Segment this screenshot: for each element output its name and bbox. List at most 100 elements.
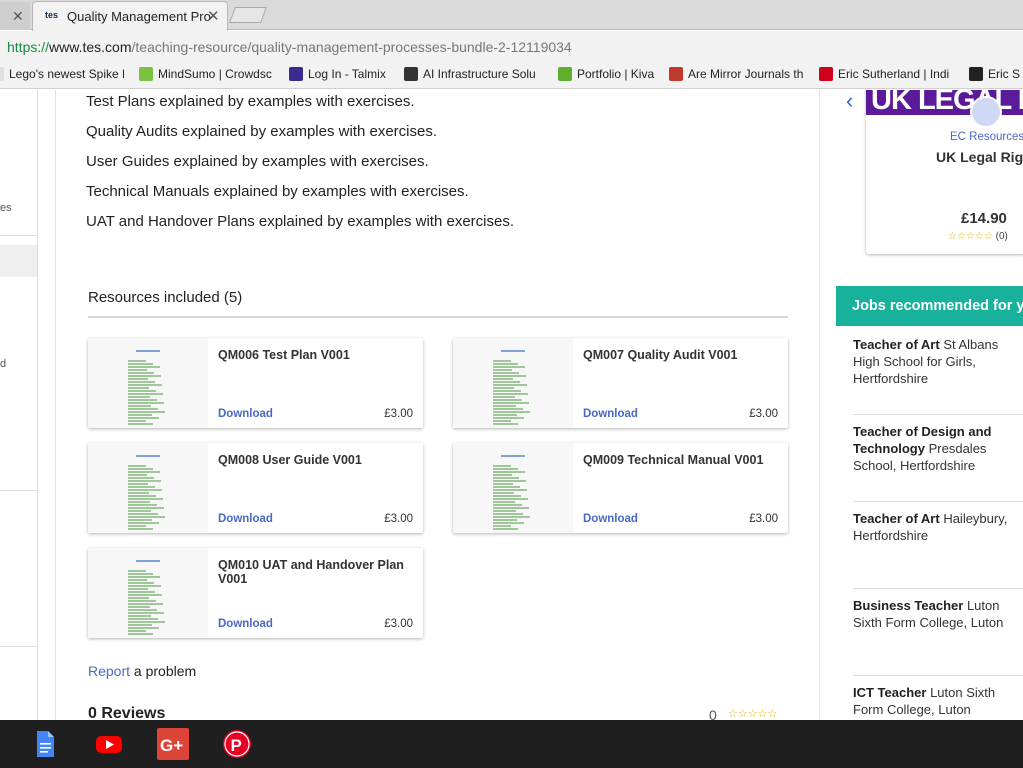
resource-card[interactable]: QM008 User Guide V001 Download £3.00 bbox=[88, 443, 423, 533]
resource-thumbnail[interactable] bbox=[453, 443, 573, 533]
download-link[interactable]: Download bbox=[218, 618, 273, 630]
sidebar-fragment: es bbox=[0, 202, 12, 214]
thumbnail-text-line bbox=[493, 477, 519, 479]
new-tab-button[interactable] bbox=[229, 7, 267, 23]
promo-title[interactable]: UK Legal Righ bbox=[936, 149, 1023, 165]
thumbnail-text-line bbox=[493, 384, 527, 386]
job-item[interactable]: Business Teacher Luton Sixth Form Colleg… bbox=[853, 597, 1023, 631]
bookmark-favicon-icon bbox=[289, 67, 303, 81]
download-link[interactable]: Download bbox=[218, 408, 273, 420]
jobs-heading: Jobs recommended for y bbox=[836, 286, 1023, 326]
tab-previous[interactable]: ✕ bbox=[0, 2, 30, 30]
carousel-prev-icon[interactable]: ‹ bbox=[846, 90, 853, 114]
sidebar-divider bbox=[0, 646, 38, 647]
bookmark-label: Lego's newest Spike P bbox=[9, 67, 124, 81]
bookmark-favicon-icon bbox=[969, 67, 983, 81]
thumbnail-heading-line bbox=[501, 350, 525, 352]
thumbnail-text-line bbox=[128, 483, 148, 485]
thumbnail-heading-line bbox=[136, 560, 160, 562]
resource-card[interactable]: QM010 UAT and Handover Plan V001 Downloa… bbox=[88, 548, 423, 638]
bookmark-eric-sutherland[interactable]: Eric Sutherland | Indi bbox=[819, 67, 957, 83]
job-item[interactable]: Teacher of Art Haileybury, Hertfordshire bbox=[853, 510, 1023, 544]
pinterest-icon[interactable]: P bbox=[222, 729, 252, 759]
bookmark-favicon-icon bbox=[669, 67, 683, 81]
resource-name[interactable]: QM008 User Guide V001 bbox=[218, 453, 413, 467]
thumbnail-text-line bbox=[493, 420, 511, 422]
google-plus-icon[interactable]: G+ bbox=[157, 728, 189, 760]
thumbnail-text-line bbox=[128, 384, 162, 386]
resource-thumbnail[interactable] bbox=[88, 443, 208, 533]
thumbnail-text-line bbox=[128, 585, 161, 587]
thumbnail-text-line bbox=[128, 591, 155, 593]
sidebar-item-selected[interactable] bbox=[0, 245, 37, 277]
thumbnail-text-line bbox=[128, 579, 147, 581]
thumbnail-text-line bbox=[493, 381, 520, 383]
thumbnail-text-line bbox=[128, 507, 164, 509]
bookmark-label: MindSumo | Crowdsc bbox=[158, 67, 272, 81]
download-link[interactable]: Download bbox=[218, 513, 273, 525]
thumbnail-text-line bbox=[128, 600, 156, 602]
job-item[interactable]: ICT Teacher Luton Sixth Form College, Lu… bbox=[853, 684, 1023, 718]
job-item[interactable]: Teacher of Art St Albans High School for… bbox=[853, 336, 1023, 387]
bookmark-lego[interactable]: Lego's newest Spike P bbox=[0, 67, 124, 83]
tab-close-icon[interactable]: ✕ bbox=[207, 7, 220, 25]
download-link[interactable]: Download bbox=[583, 408, 638, 420]
bookmark-kiva[interactable]: Portfolio | Kiva bbox=[558, 67, 660, 83]
thumbnail-text-line bbox=[128, 381, 155, 383]
resource-card[interactable]: QM009 Technical Manual V001 Download £3.… bbox=[453, 443, 788, 533]
section-divider bbox=[88, 316, 788, 318]
bookmark-eric-s[interactable]: Eric S bbox=[969, 67, 1023, 83]
thumbnail-text-line bbox=[493, 489, 527, 491]
address-bar[interactable]: https://www.tes.com/teaching-resource/qu… bbox=[0, 31, 1023, 61]
resource-name[interactable]: QM007 Quality Audit V001 bbox=[583, 348, 778, 362]
job-divider bbox=[853, 675, 1023, 676]
bookmark-mirror-journals[interactable]: Are Mirror Journals th bbox=[669, 67, 807, 83]
resource-card[interactable]: QM007 Quality Audit V001 Download £3.00 bbox=[453, 338, 788, 428]
thumbnail-text-line bbox=[493, 495, 521, 497]
thumbnail-text-line bbox=[128, 618, 158, 620]
sidebar-divider bbox=[0, 490, 38, 491]
bookmark-mindsumo[interactable]: MindSumo | Crowdsc bbox=[139, 67, 277, 83]
thumbnail-text-line bbox=[493, 513, 523, 515]
author-avatar[interactable] bbox=[970, 96, 1002, 128]
resource-thumbnail[interactable] bbox=[453, 338, 573, 428]
resource-thumbnail[interactable] bbox=[88, 548, 208, 638]
thumbnail-text-line bbox=[128, 471, 160, 473]
thumbnail-text-line bbox=[493, 423, 518, 425]
thumbnail-text-line bbox=[493, 411, 530, 413]
tab-close-icon[interactable]: ✕ bbox=[12, 8, 24, 25]
thumbnail-text-line bbox=[128, 513, 158, 515]
resource-name[interactable]: QM009 Technical Manual V001 bbox=[583, 453, 778, 467]
job-role[interactable]: Teacher of Art bbox=[853, 511, 940, 526]
bookmark-ai-infrastructure[interactable]: AI Infrastructure Solu bbox=[404, 67, 542, 83]
job-role[interactable]: Teacher of Art bbox=[853, 337, 940, 352]
job-item[interactable]: Teacher of Design and Technology Presdal… bbox=[853, 423, 1023, 474]
promo-author[interactable]: EC Resources bbox=[950, 131, 1023, 143]
resource-card[interactable]: QM006 Test Plan V001 Download £3.00 bbox=[88, 338, 423, 428]
reviews-title: 0 Reviews bbox=[88, 705, 166, 720]
promoted-resource-card[interactable]: UK LEGAL R EC Resources UK Legal Righ £1… bbox=[866, 90, 1023, 254]
job-role[interactable]: Business Teacher bbox=[853, 598, 963, 613]
google-docs-icon[interactable] bbox=[31, 730, 59, 758]
thumbnail-text-line bbox=[493, 417, 524, 419]
bookmark-label: AI Infrastructure Solu bbox=[423, 67, 536, 81]
resource-name[interactable]: QM010 UAT and Handover Plan V001 bbox=[218, 558, 413, 586]
download-link[interactable]: Download bbox=[583, 513, 638, 525]
thumbnail-text-line bbox=[128, 582, 154, 584]
youtube-icon[interactable] bbox=[95, 730, 123, 758]
thumbnail-text-line bbox=[128, 522, 159, 524]
bookmark-talmix[interactable]: Log In - Talmix bbox=[289, 67, 394, 83]
job-divider bbox=[853, 588, 1023, 589]
thumbnail-text-line bbox=[493, 387, 514, 389]
thumbnail-text-line bbox=[128, 378, 148, 380]
resource-name[interactable]: QM006 Test Plan V001 bbox=[218, 348, 413, 362]
page-content: es d Test Plans explained by examples wi… bbox=[0, 90, 1023, 720]
tab-title: Quality Management Pro bbox=[67, 9, 211, 24]
tab-active[interactable]: tes Quality Management Pro ✕ bbox=[32, 1, 228, 31]
url-text[interactable]: https://www.tes.com/teaching-resource/qu… bbox=[7, 39, 572, 55]
thumbnail-text-line bbox=[493, 363, 518, 365]
resource-thumbnail[interactable] bbox=[88, 338, 208, 428]
thumbnail-text-line bbox=[128, 480, 161, 482]
report-link[interactable]: Report bbox=[88, 663, 130, 679]
job-role[interactable]: ICT Teacher bbox=[853, 685, 926, 700]
